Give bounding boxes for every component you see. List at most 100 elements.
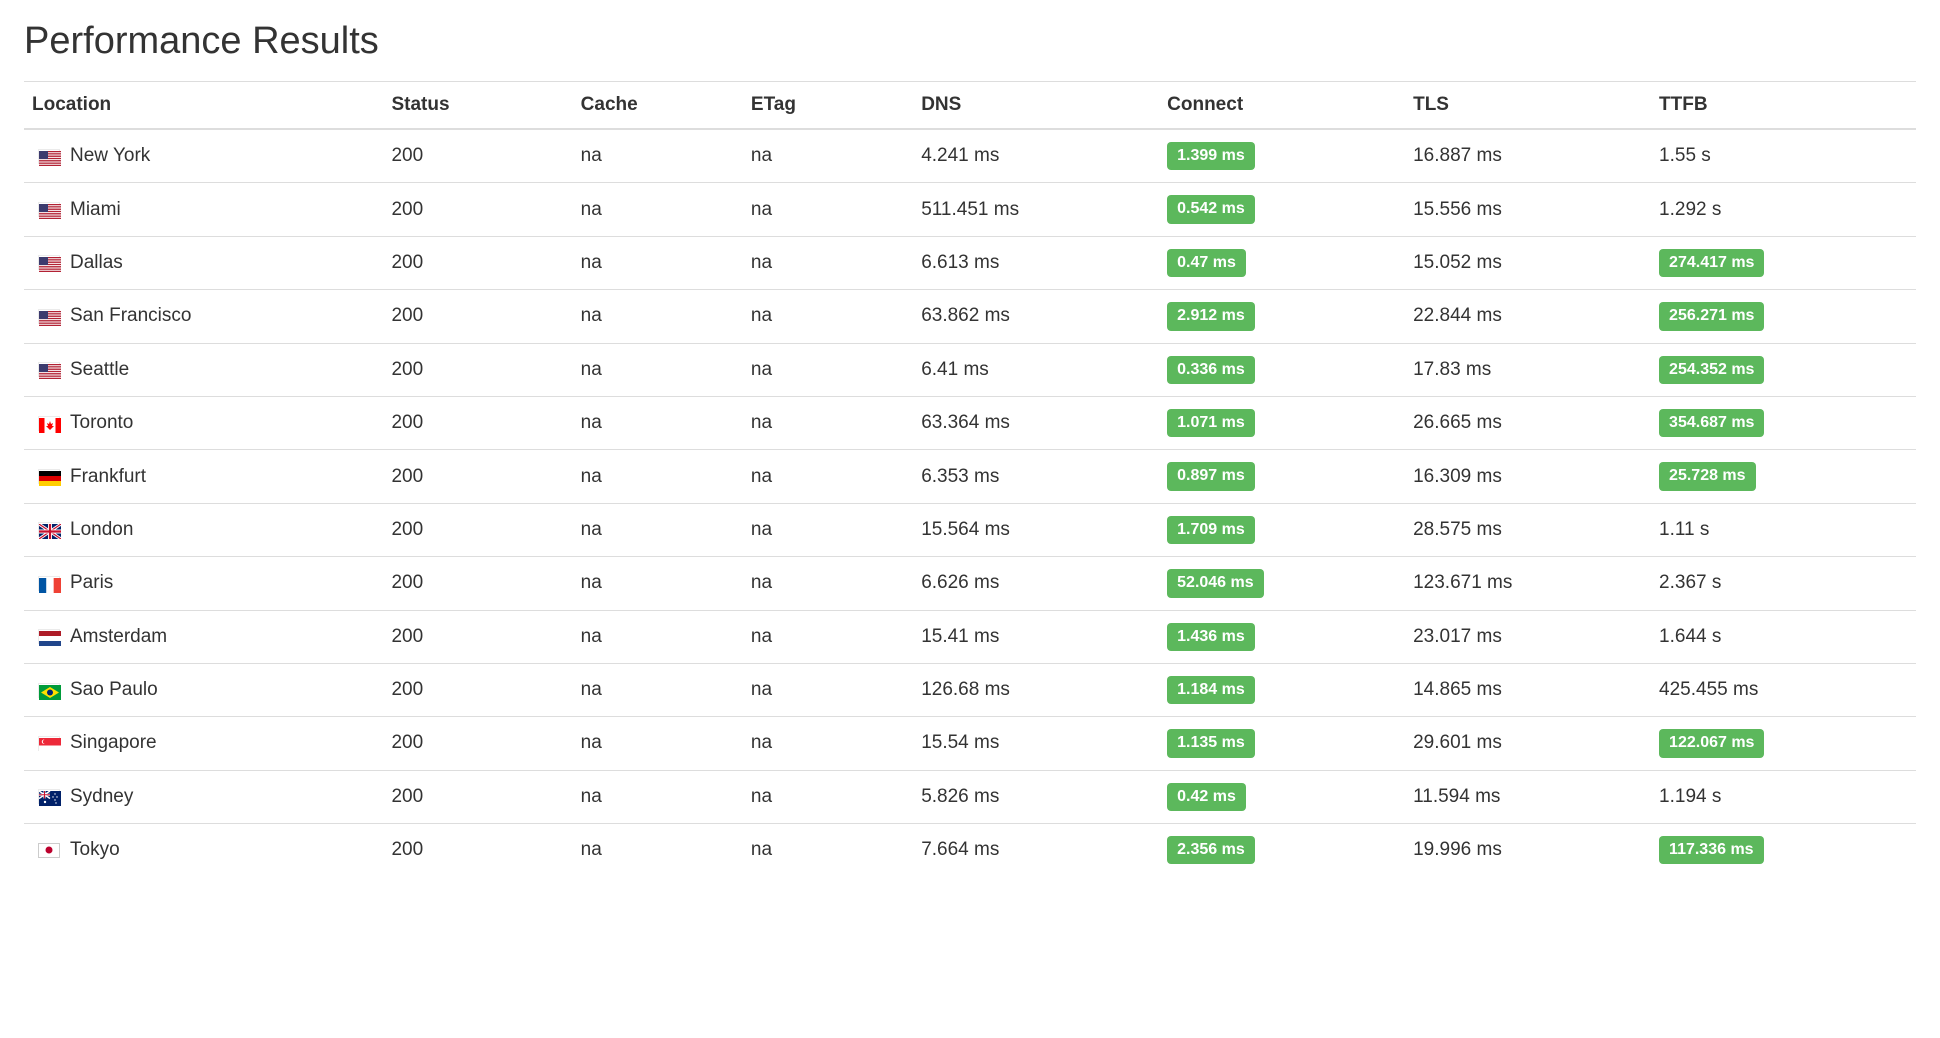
cell-tls: 19.996 ms: [1405, 824, 1651, 877]
ttfb-badge: 117.336 ms: [1659, 836, 1764, 864]
col-status[interactable]: Status: [383, 82, 572, 130]
cell-tls: 22.844 ms: [1405, 290, 1651, 343]
ttfb-badge: 256.271 ms: [1659, 302, 1764, 330]
table-row[interactable]: Toronto200nana63.364 ms1.071 ms26.665 ms…: [24, 396, 1916, 449]
cell-location: Tokyo: [24, 824, 383, 877]
location-name: Sydney: [70, 786, 133, 808]
table-row[interactable]: Singapore200nana15.54 ms1.135 ms29.601 m…: [24, 717, 1916, 770]
table-row[interactable]: Paris200nana6.626 ms52.046 ms123.671 ms2…: [24, 557, 1916, 610]
cell-dns: 7.664 ms: [913, 824, 1159, 877]
col-cache[interactable]: Cache: [573, 82, 743, 130]
cell-etag: na: [743, 557, 913, 610]
cell-status: 200: [383, 717, 572, 770]
cell-etag: na: [743, 129, 913, 183]
col-connect[interactable]: Connect: [1159, 82, 1405, 130]
cell-connect: 0.42 ms: [1159, 770, 1405, 823]
table-row[interactable]: Seattle200nana6.41 ms0.336 ms17.83 ms254…: [24, 343, 1916, 396]
cell-etag: na: [743, 236, 913, 289]
connect-badge: 1.184 ms: [1167, 676, 1255, 704]
cell-connect: 0.542 ms: [1159, 183, 1405, 236]
cell-status: 200: [383, 183, 572, 236]
location-name: Amsterdam: [70, 626, 167, 648]
cell-etag: na: [743, 770, 913, 823]
cell-connect: 1.709 ms: [1159, 503, 1405, 556]
cell-connect: 1.071 ms: [1159, 396, 1405, 449]
performance-table: Location Status Cache ETag DNS Connect T…: [24, 81, 1916, 876]
table-row[interactable]: Sydney200nana5.826 ms0.42 ms11.594 ms1.1…: [24, 770, 1916, 823]
cell-status: 200: [383, 290, 572, 343]
location-name: New York: [70, 145, 150, 167]
cell-location: Dallas: [24, 236, 383, 289]
ttfb-badge: 122.067 ms: [1659, 729, 1764, 757]
table-row[interactable]: Tokyo200nana7.664 ms2.356 ms19.996 ms117…: [24, 824, 1916, 877]
cell-etag: na: [743, 663, 913, 716]
table-row[interactable]: New York200nana4.241 ms1.399 ms16.887 ms…: [24, 129, 1916, 183]
cell-ttfb: 122.067 ms: [1651, 717, 1916, 770]
cell-cache: na: [573, 717, 743, 770]
cell-etag: na: [743, 343, 913, 396]
cell-location: Toronto: [24, 396, 383, 449]
cell-tls: 29.601 ms: [1405, 717, 1651, 770]
table-row[interactable]: Miami200nana511.451 ms0.542 ms15.556 ms1…: [24, 183, 1916, 236]
table-row[interactable]: London200nana15.564 ms1.709 ms28.575 ms1…: [24, 503, 1916, 556]
cell-tls: 11.594 ms: [1405, 770, 1651, 823]
cell-cache: na: [573, 290, 743, 343]
cell-connect: 1.399 ms: [1159, 129, 1405, 183]
cell-location: Frankfurt: [24, 450, 383, 503]
connect-badge: 2.912 ms: [1167, 302, 1255, 330]
cell-connect: 2.912 ms: [1159, 290, 1405, 343]
table-row[interactable]: Sao Paulo200nana126.68 ms1.184 ms14.865 …: [24, 663, 1916, 716]
table-row[interactable]: Amsterdam200nana15.41 ms1.436 ms23.017 m…: [24, 610, 1916, 663]
br-flag-icon: [38, 683, 60, 698]
cell-etag: na: [743, 824, 913, 877]
col-tls[interactable]: TLS: [1405, 82, 1651, 130]
cell-status: 200: [383, 824, 572, 877]
table-row[interactable]: San Francisco200nana63.862 ms2.912 ms22.…: [24, 290, 1916, 343]
cell-tls: 15.052 ms: [1405, 236, 1651, 289]
us-flag-icon: [38, 255, 60, 270]
cell-cache: na: [573, 770, 743, 823]
cell-etag: na: [743, 610, 913, 663]
table-row[interactable]: Frankfurt200nana6.353 ms0.897 ms16.309 m…: [24, 450, 1916, 503]
cell-ttfb: 1.292 s: [1651, 183, 1916, 236]
cell-status: 200: [383, 770, 572, 823]
connect-badge: 1.709 ms: [1167, 516, 1255, 544]
col-location[interactable]: Location: [24, 82, 383, 130]
cell-etag: na: [743, 450, 913, 503]
cell-cache: na: [573, 450, 743, 503]
cell-ttfb: 2.367 s: [1651, 557, 1916, 610]
cell-location: Amsterdam: [24, 610, 383, 663]
col-ttfb[interactable]: TTFB: [1651, 82, 1916, 130]
cell-ttfb: 117.336 ms: [1651, 824, 1916, 877]
cell-cache: na: [573, 557, 743, 610]
cell-dns: 63.364 ms: [913, 396, 1159, 449]
gb-flag-icon: [38, 522, 60, 537]
cell-ttfb: 1.55 s: [1651, 129, 1916, 183]
cell-tls: 16.887 ms: [1405, 129, 1651, 183]
cell-location: Miami: [24, 183, 383, 236]
cell-connect: 1.184 ms: [1159, 663, 1405, 716]
connect-badge: 0.542 ms: [1167, 195, 1255, 223]
cell-dns: 126.68 ms: [913, 663, 1159, 716]
cell-cache: na: [573, 236, 743, 289]
cell-ttfb: 1.644 s: [1651, 610, 1916, 663]
us-flag-icon: [38, 149, 60, 164]
ttfb-badge: 354.687 ms: [1659, 409, 1764, 437]
location-name: Singapore: [70, 732, 157, 754]
table-header-row: Location Status Cache ETag DNS Connect T…: [24, 82, 1916, 130]
cell-tls: 23.017 ms: [1405, 610, 1651, 663]
col-etag[interactable]: ETag: [743, 82, 913, 130]
connect-badge: 0.336 ms: [1167, 356, 1255, 384]
table-row[interactable]: Dallas200nana6.613 ms0.47 ms15.052 ms274…: [24, 236, 1916, 289]
connect-badge: 0.42 ms: [1167, 783, 1246, 811]
cell-etag: na: [743, 183, 913, 236]
cell-ttfb: 354.687 ms: [1651, 396, 1916, 449]
connect-badge: 1.436 ms: [1167, 623, 1255, 651]
cell-connect: 52.046 ms: [1159, 557, 1405, 610]
cell-status: 200: [383, 663, 572, 716]
cell-cache: na: [573, 824, 743, 877]
fr-flag-icon: [38, 576, 60, 591]
cell-connect: 0.897 ms: [1159, 450, 1405, 503]
us-flag-icon: [38, 309, 60, 324]
col-dns[interactable]: DNS: [913, 82, 1159, 130]
